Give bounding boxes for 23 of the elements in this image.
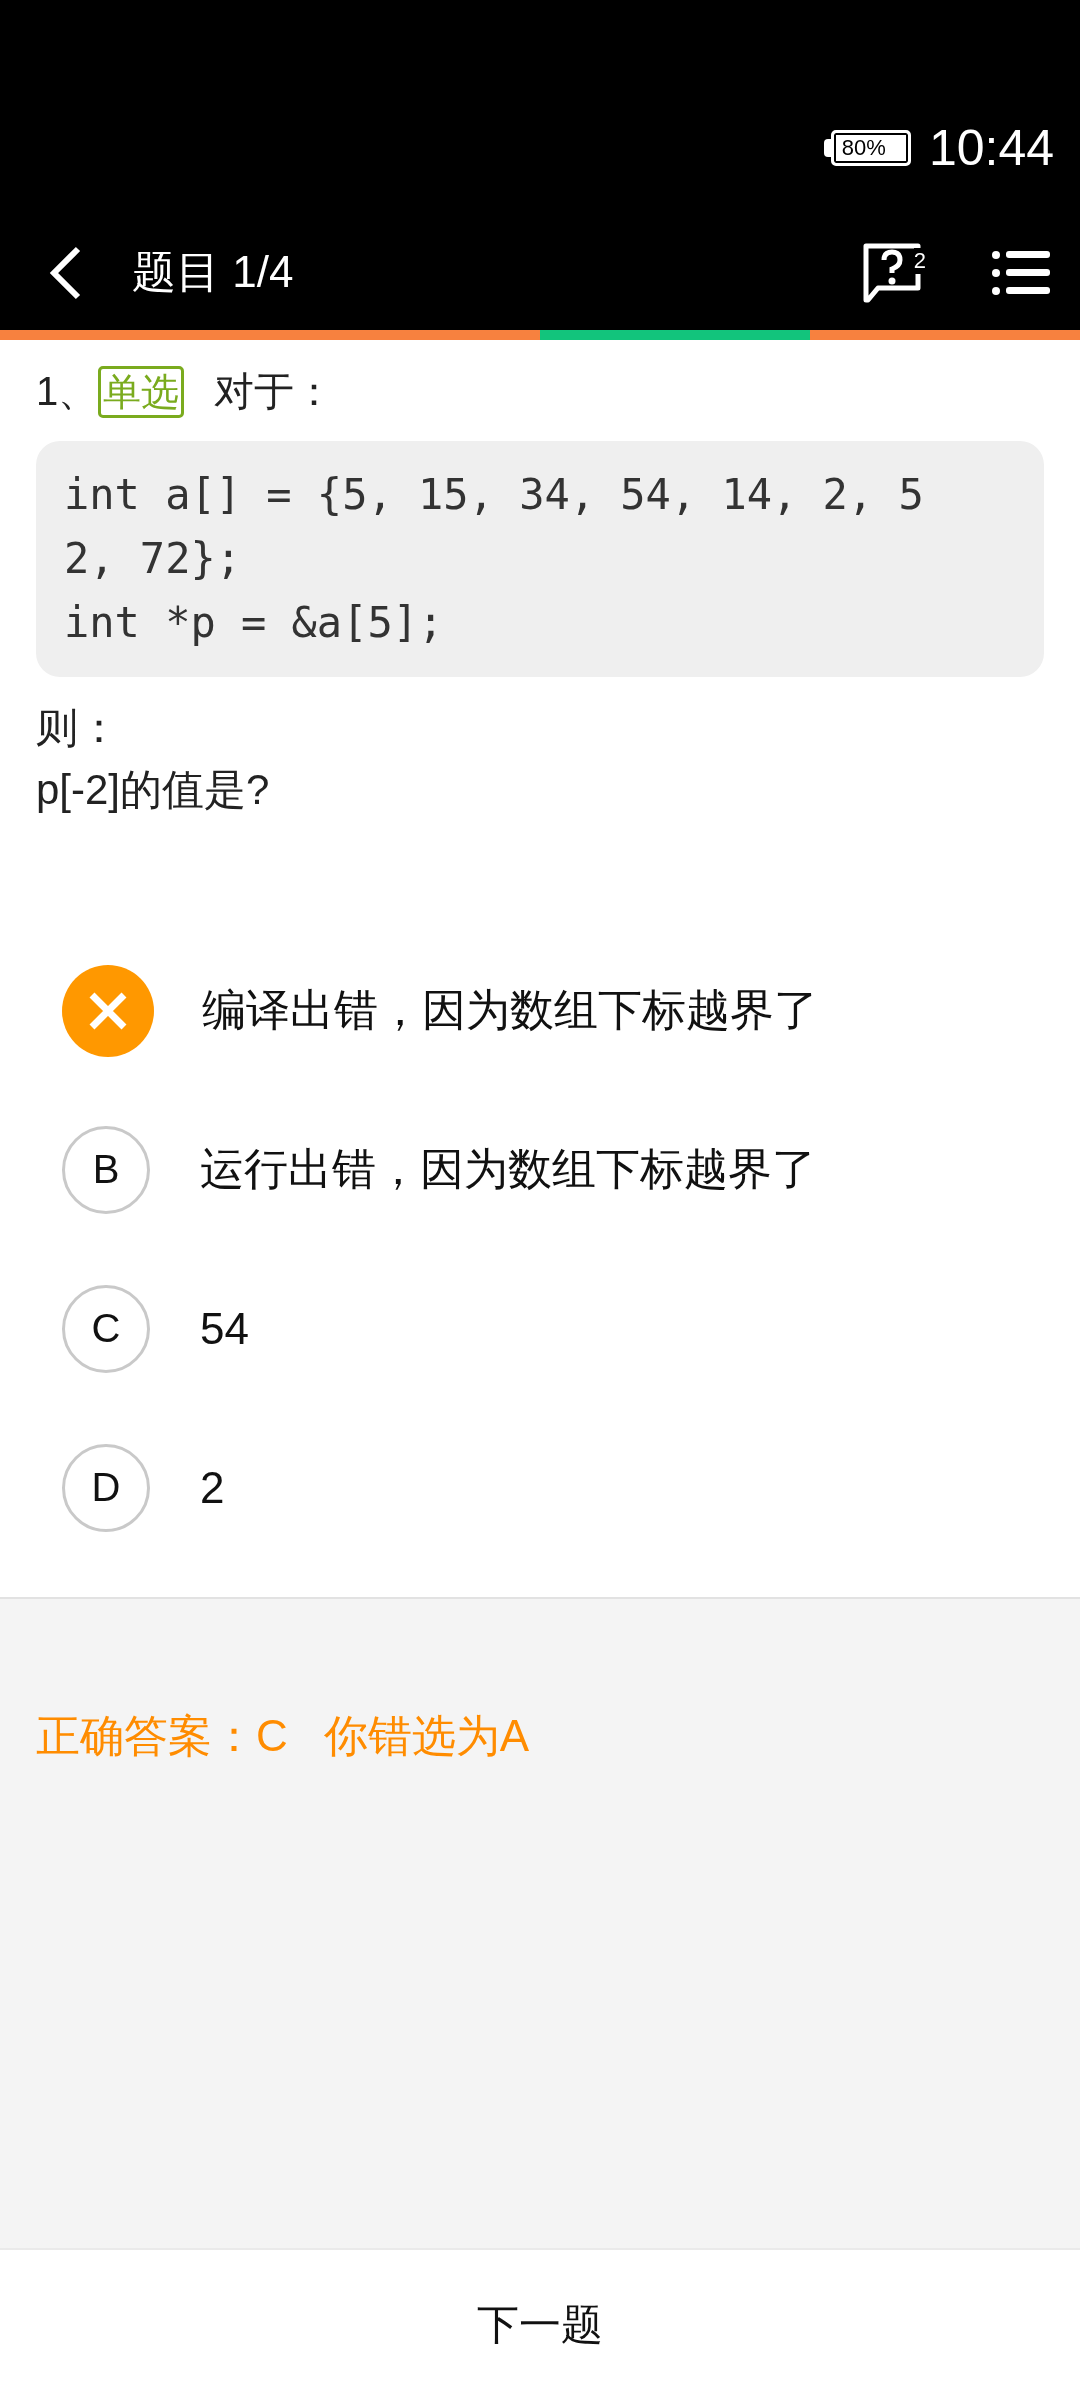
answer-option[interactable]: D 2 — [62, 1408, 1080, 1567]
clock: 10:44 — [928, 118, 1054, 177]
your-answer-text: 你错选为A — [323, 1710, 530, 1762]
option-text: 运行出错，因为数组下标越界了 — [200, 1143, 816, 1195]
question-type-tag: 单选 — [98, 365, 185, 418]
correct-answer-text: 正确答案：C — [36, 1710, 288, 1762]
code-block: int a[] = {5, 15, 34, 54, 14, 2, 5 2, 72}; int *p = &a[5]; — [36, 441, 1044, 677]
question-text: p[-2]的值是? — [36, 765, 271, 815]
option-letter: C — [62, 1284, 150, 1373]
option-text: 2 — [200, 1462, 225, 1513]
option-text: 编译出错，因为数组下标越界了 — [202, 984, 818, 1036]
option-letter: D — [62, 1443, 150, 1532]
answer-option[interactable]: 编译出错，因为数组下标越界了 — [62, 931, 1080, 1090]
question-text: 对于： — [214, 368, 335, 415]
question-text: 则： — [36, 703, 121, 753]
next-question-button[interactable]: 下一题 — [457, 2287, 623, 2363]
menu-icon[interactable] — [992, 249, 1050, 296]
page-title: 题目 1/4 — [132, 246, 295, 298]
answer-option[interactable]: B 运行出错，因为数组下标越界了 — [62, 1090, 1080, 1249]
question-number: 1、 — [36, 368, 99, 415]
option-letter: B — [62, 1125, 150, 1214]
answer-option[interactable]: C 54 — [62, 1249, 1080, 1408]
option-text: 54 — [200, 1303, 249, 1354]
